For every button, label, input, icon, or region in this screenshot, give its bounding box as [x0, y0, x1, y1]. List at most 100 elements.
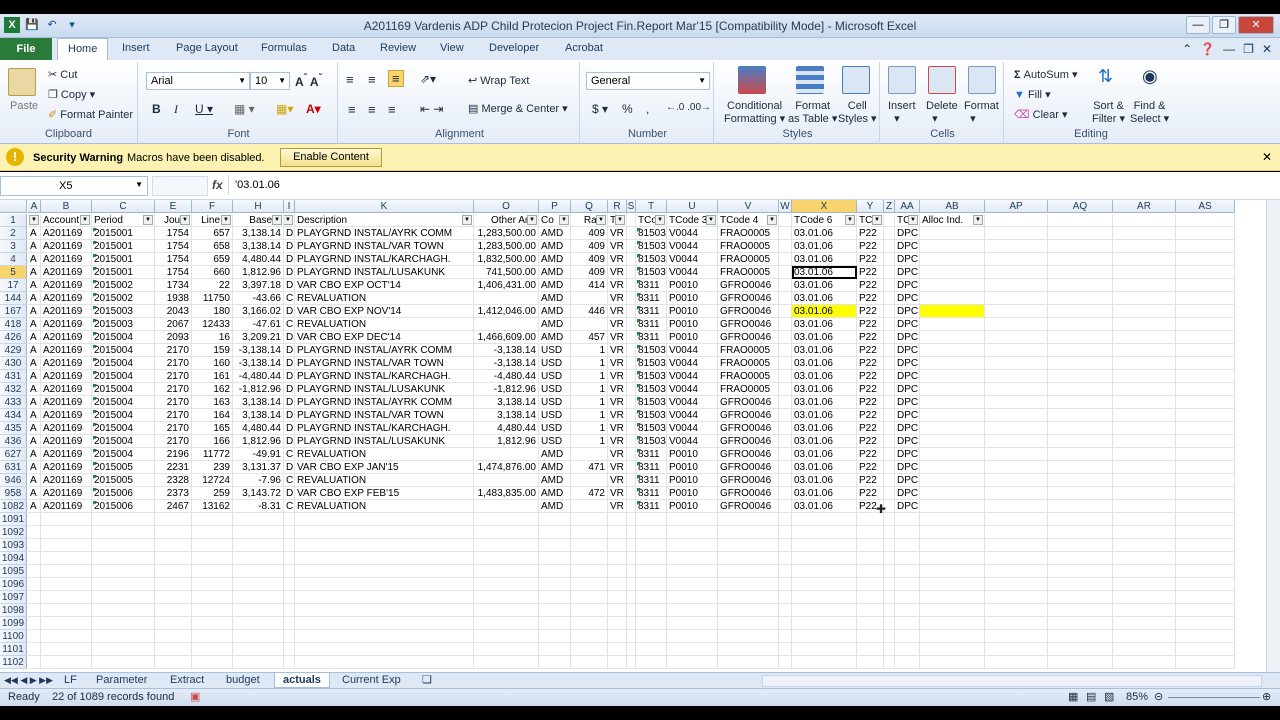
- table-cell[interactable]: GFRO0046: [718, 318, 779, 331]
- table-cell[interactable]: [627, 253, 636, 266]
- close-icon[interactable]: ✕: [1262, 150, 1272, 164]
- cell[interactable]: [895, 539, 920, 552]
- cell[interactable]: [1176, 643, 1235, 656]
- table-cell[interactable]: -1,812.96: [474, 383, 539, 396]
- cell[interactable]: [92, 617, 155, 630]
- borders-icon[interactable]: ▦ ▾: [234, 102, 255, 116]
- cell[interactable]: [571, 630, 608, 643]
- cell-styles-icon[interactable]: [842, 66, 870, 94]
- table-cell[interactable]: [627, 396, 636, 409]
- table-cell[interactable]: 472: [571, 487, 608, 500]
- table-cell[interactable]: DPC: [895, 266, 920, 279]
- restore-button[interactable]: ❐: [1212, 16, 1236, 34]
- column-header-e[interactable]: E: [155, 200, 192, 213]
- cell[interactable]: [779, 526, 792, 539]
- cell[interactable]: [28, 656, 41, 669]
- table-cell[interactable]: 165: [192, 422, 233, 435]
- formula-input[interactable]: '03.01.06: [228, 175, 1268, 195]
- column-header-o[interactable]: O: [474, 200, 539, 213]
- table-cell[interactable]: AMD: [539, 305, 571, 318]
- table-cell[interactable]: A: [28, 461, 41, 474]
- cell[interactable]: [636, 526, 667, 539]
- table-cell[interactable]: GFRO0046: [718, 305, 779, 318]
- table-cell[interactable]: A201169: [41, 253, 92, 266]
- column-header-p[interactable]: P: [539, 200, 571, 213]
- table-cell[interactable]: [985, 409, 1048, 422]
- cell[interactable]: [857, 539, 884, 552]
- table-cell[interactable]: REVALUATION: [295, 500, 474, 513]
- table-cell[interactable]: A201169: [41, 344, 92, 357]
- row-header[interactable]: 431: [0, 370, 27, 383]
- table-cell[interactable]: 2170: [155, 396, 192, 409]
- cell[interactable]: [233, 630, 284, 643]
- cell[interactable]: [233, 526, 284, 539]
- table-cell[interactable]: DPC: [895, 318, 920, 331]
- table-cell[interactable]: [779, 370, 792, 383]
- table-cell[interactable]: [920, 409, 985, 422]
- cell[interactable]: [1176, 591, 1235, 604]
- cell[interactable]: [718, 630, 779, 643]
- currency-icon[interactable]: $ ▾: [592, 102, 608, 116]
- table-cell[interactable]: A201169: [41, 266, 92, 279]
- table-cell[interactable]: [884, 435, 895, 448]
- table-cell[interactable]: [779, 357, 792, 370]
- table-cell[interactable]: 2015001: [92, 253, 155, 266]
- table-cell[interactable]: [1113, 487, 1176, 500]
- table-cell[interactable]: 03.01.06: [792, 435, 857, 448]
- table-cell[interactable]: D: [284, 435, 295, 448]
- close-button[interactable]: ✕: [1238, 16, 1274, 34]
- table-cell[interactable]: 1,812.96: [233, 266, 284, 279]
- table-cell[interactable]: DPC: [895, 409, 920, 422]
- table-cell[interactable]: 81503: [636, 266, 667, 279]
- column-header-v[interactable]: V: [718, 200, 779, 213]
- table-cell[interactable]: P0010: [667, 461, 718, 474]
- table-cell[interactable]: DPC: [895, 461, 920, 474]
- table-cell[interactable]: [779, 331, 792, 344]
- cell[interactable]: [233, 565, 284, 578]
- table-cell[interactable]: [1176, 409, 1235, 422]
- italic-button[interactable]: I: [174, 102, 178, 117]
- table-cell[interactable]: 1: [571, 357, 608, 370]
- table-cell[interactable]: [571, 474, 608, 487]
- cell[interactable]: [884, 565, 895, 578]
- table-cell[interactable]: A201169: [41, 500, 92, 513]
- cell[interactable]: [792, 526, 857, 539]
- cell[interactable]: [636, 591, 667, 604]
- cell[interactable]: [667, 617, 718, 630]
- table-cell[interactable]: GFRO0046: [718, 448, 779, 461]
- cell[interactable]: [474, 578, 539, 591]
- table-cell[interactable]: [884, 253, 895, 266]
- column-header-a[interactable]: A: [28, 200, 41, 213]
- table-cell[interactable]: C: [284, 448, 295, 461]
- cell[interactable]: [718, 656, 779, 669]
- table-cell[interactable]: D: [284, 409, 295, 422]
- indent-icon[interactable]: ⇤ ⇥: [420, 102, 443, 116]
- cell[interactable]: [192, 617, 233, 630]
- table-cell[interactable]: -43.66: [233, 292, 284, 305]
- table-cell[interactable]: 659: [192, 253, 233, 266]
- table-cell[interactable]: 2015005: [92, 461, 155, 474]
- cell[interactable]: [474, 526, 539, 539]
- table-cell[interactable]: [627, 331, 636, 344]
- table-cell[interactable]: 409: [571, 240, 608, 253]
- table-cell[interactable]: [627, 383, 636, 396]
- table-cell[interactable]: [1048, 383, 1113, 396]
- cell[interactable]: [920, 617, 985, 630]
- table-cell[interactable]: 03.01.06: [792, 305, 857, 318]
- table-cell[interactable]: -3,138.14: [474, 344, 539, 357]
- table-cell[interactable]: [1048, 227, 1113, 240]
- table-cell[interactable]: [1113, 448, 1176, 461]
- table-cell[interactable]: 2015004: [92, 331, 155, 344]
- cell[interactable]: [155, 604, 192, 617]
- cell[interactable]: [779, 539, 792, 552]
- table-cell[interactable]: 03.01.06: [792, 318, 857, 331]
- window-restore-icon[interactable]: ❐: [1243, 42, 1254, 56]
- cell[interactable]: [627, 591, 636, 604]
- table-cell[interactable]: VR: [608, 409, 627, 422]
- table-cell[interactable]: GFRO0046: [718, 409, 779, 422]
- table-cell[interactable]: 741,500.00: [474, 266, 539, 279]
- table-cell[interactable]: [1176, 357, 1235, 370]
- cell[interactable]: [792, 539, 857, 552]
- cell[interactable]: [41, 604, 92, 617]
- table-cell[interactable]: [627, 357, 636, 370]
